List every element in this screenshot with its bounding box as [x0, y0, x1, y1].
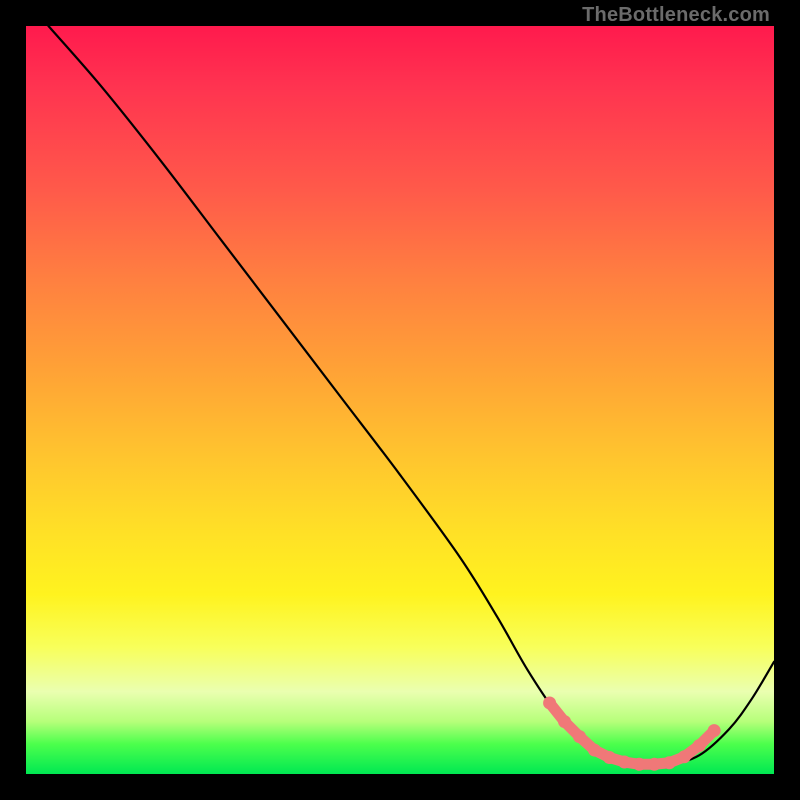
optimal-range-dot [663, 756, 676, 769]
attribution-label: TheBottleneck.com [582, 4, 770, 27]
optimal-range-dot [648, 758, 661, 771]
optimal-range-dot [618, 756, 631, 769]
curve-line [48, 26, 774, 765]
chart-svg [26, 26, 774, 774]
optimal-range-dot [708, 724, 721, 737]
optimal-range-dot [693, 739, 706, 752]
optimal-range-dots [543, 696, 721, 770]
chart-frame: TheBottleneck.com [0, 0, 800, 800]
optimal-range-dot [558, 715, 571, 728]
optimal-range-dot [573, 730, 586, 743]
optimal-range-dot [603, 751, 616, 764]
optimal-range-dot [678, 750, 691, 763]
optimal-range-dot [543, 696, 556, 709]
optimal-range-dot [633, 758, 646, 771]
optimal-range-dot [588, 744, 601, 757]
